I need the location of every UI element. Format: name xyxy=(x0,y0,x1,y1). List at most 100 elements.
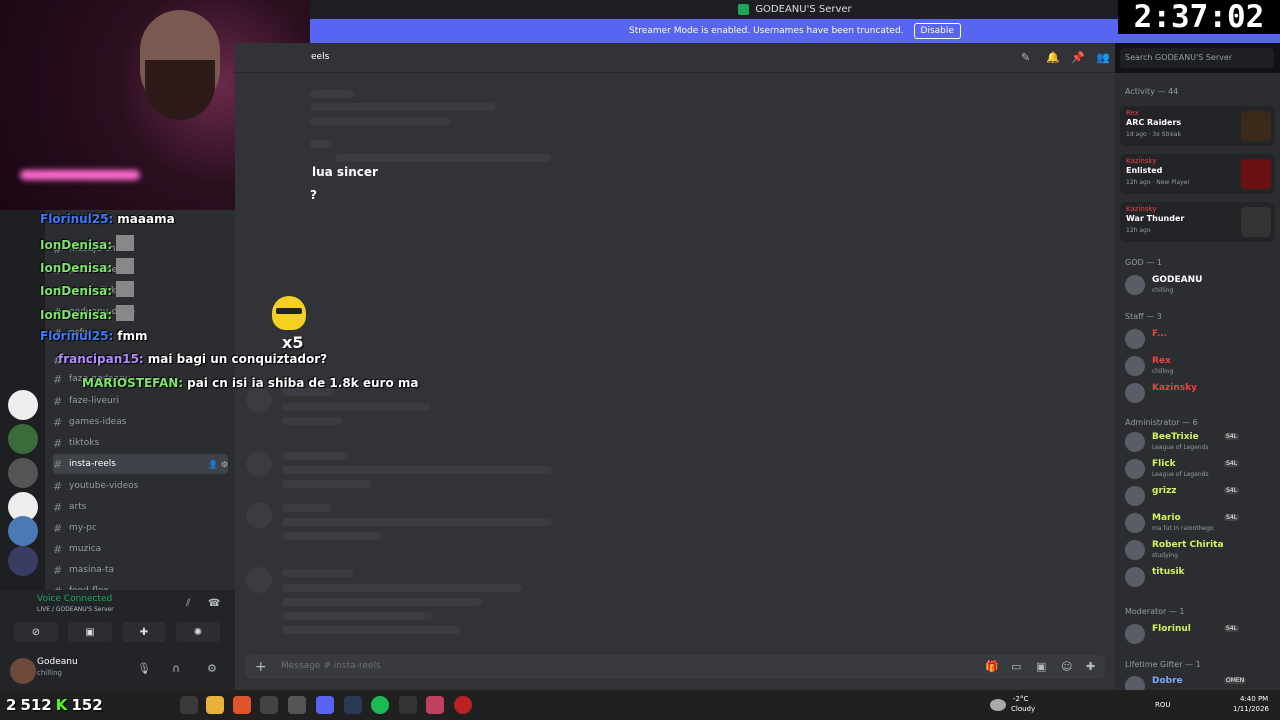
user-avatar[interactable] xyxy=(10,658,36,684)
activity-user: Rex xyxy=(1126,109,1139,117)
activity-meta: 12h ago · New Player xyxy=(1126,179,1190,186)
server-icon[interactable] xyxy=(8,424,38,454)
channel-food-flex[interactable]: #food-flex xyxy=(53,581,228,591)
activity-card[interactable]: Kazinsky Enlisted 12h ago · New Player xyxy=(1120,154,1275,194)
notification-bell-icon[interactable]: 🔔 xyxy=(1046,51,1060,64)
stream-counter: 2 512 K 152 xyxy=(0,693,120,717)
member-item[interactable]: F... xyxy=(1121,326,1276,352)
search-input[interactable]: Search GODEANU'S Server xyxy=(1120,48,1274,68)
channel-masina-ta[interactable]: # masina-ta xyxy=(53,560,228,580)
file-explorer-icon[interactable] xyxy=(206,696,224,714)
language-indicator[interactable]: ROU xyxy=(1155,701,1171,709)
channel-muzica[interactable]: # muzica xyxy=(53,539,228,559)
channel-insta-reels[interactable]: # insta-reels 👤 ⚙ xyxy=(53,454,228,474)
channel-my-pc[interactable]: # my-pc xyxy=(53,518,228,538)
member-item[interactable]: Kazinsky xyxy=(1121,380,1276,406)
window-title: GODEANU'S Server xyxy=(755,4,852,15)
task-view-icon[interactable] xyxy=(180,696,198,714)
server-icon[interactable] xyxy=(8,546,38,576)
hash-icon: # xyxy=(53,479,63,493)
gif-icon[interactable]: ▭ xyxy=(1011,660,1021,673)
camera-button[interactable]: ⊘ xyxy=(14,622,58,642)
activities-button[interactable]: ✚ xyxy=(122,622,166,642)
channel-tiktoks[interactable]: # tiktoks xyxy=(53,433,228,453)
member-list-icon[interactable]: 👥 xyxy=(1096,51,1110,64)
activity-card[interactable]: Kazinsky War Thunder 12h ago xyxy=(1120,202,1275,242)
member-item[interactable]: Florinul S4L xyxy=(1121,621,1276,647)
app-icon[interactable] xyxy=(426,696,444,714)
channel-label: masina-ta xyxy=(69,565,114,575)
member-avatar xyxy=(1125,275,1145,295)
store-icon[interactable] xyxy=(288,696,306,714)
emoji-icon[interactable]: ☺ xyxy=(1061,660,1072,673)
message-input[interactable]: Message # insta-reels xyxy=(281,661,381,671)
soundboard-button[interactable]: ✺ xyxy=(176,622,220,642)
activities-icon: ✚ xyxy=(139,626,149,638)
hash-icon: # xyxy=(53,394,63,408)
channel-header-title: eels xyxy=(311,52,330,62)
headphones-icon[interactable]: ∩ xyxy=(172,662,180,675)
steam-icon[interactable] xyxy=(344,696,362,714)
member-avatar xyxy=(1125,624,1145,644)
spotify-icon[interactable] xyxy=(371,696,389,714)
activity-card[interactable]: Rex ARC Raiders 1d ago · 3x Streak xyxy=(1120,106,1275,146)
settings-gear-icon[interactable]: ⚙ xyxy=(207,662,217,675)
app-icon[interactable] xyxy=(399,696,417,714)
member-item[interactable]: titusik xyxy=(1121,564,1276,590)
server-icon[interactable] xyxy=(8,390,38,420)
channel-faze-liveuri[interactable]: # faze-liveuri xyxy=(53,391,228,411)
chat-message: IonDenisa: xyxy=(40,305,137,322)
opera-icon[interactable] xyxy=(454,696,472,714)
channel-settings-icon[interactable]: 👤 ⚙ xyxy=(208,460,228,469)
server-icon[interactable] xyxy=(8,458,38,488)
server-icon[interactable] xyxy=(8,516,38,546)
member-item[interactable]: Mario S4L ma fut in raionthego xyxy=(1121,510,1276,536)
hash-icon: # xyxy=(53,521,63,535)
discord-app-icon xyxy=(738,4,750,15)
channel-arts[interactable]: # arts xyxy=(53,497,228,517)
settings-icon[interactable] xyxy=(260,696,278,714)
member-item[interactable]: grizz S4L xyxy=(1121,483,1276,509)
channel-youtube-videos[interactable]: # youtube-videos xyxy=(53,476,228,496)
discord-taskbar-icon[interactable] xyxy=(316,696,334,714)
disconnect-icon[interactable]: ☎ xyxy=(208,598,220,609)
member-avatar xyxy=(1125,432,1145,452)
member-item[interactable]: BeeTrixie S4L League of Legends xyxy=(1121,429,1276,455)
add-attachment-icon[interactable]: + xyxy=(255,659,267,675)
skeleton-line xyxy=(282,569,354,577)
screen-share-button[interactable]: ▣ xyxy=(68,622,112,642)
member-item[interactable]: Flick S4L League of Legends xyxy=(1121,456,1276,482)
member-item[interactable]: Dobre OMEN xyxy=(1121,673,1276,690)
skeleton-line xyxy=(282,504,332,512)
gift-icon[interactable]: 🎁 xyxy=(985,660,999,673)
member-item[interactable]: GODEANU chilling xyxy=(1121,272,1276,298)
pin-icon[interactable]: 📌 xyxy=(1071,51,1085,64)
member-item[interactable]: Robert Chirita studying xyxy=(1121,537,1276,563)
mic-icon[interactable]: 🎙 xyxy=(137,662,151,675)
member-name: Kazinsky xyxy=(1152,383,1197,393)
sticker-icon[interactable]: ▣ xyxy=(1036,660,1046,673)
cloud-icon xyxy=(990,699,1006,711)
game-art-icon xyxy=(1241,159,1271,189)
disable-streamer-mode-button[interactable]: Disable xyxy=(913,23,961,39)
skeleton-line xyxy=(310,117,450,125)
member-name: Robert Chirita xyxy=(1152,540,1224,550)
channel-games-ideas[interactable]: # games-ideas xyxy=(53,412,228,432)
system-date[interactable]: 1/11/2026 xyxy=(1233,705,1269,713)
skeleton-avatar xyxy=(246,567,272,593)
threads-icon[interactable]: ✎ xyxy=(1021,51,1030,64)
system-time[interactable]: 4:40 PM xyxy=(1240,695,1268,703)
noise-suppression-icon[interactable]: ⫽ xyxy=(186,598,190,609)
chat-emote-icon xyxy=(116,258,135,274)
message-composer[interactable]: + Message # insta-reels 🎁 ▭ ▣ ☺ ✚ xyxy=(245,655,1105,679)
user-panel: Godeanu chilling 🎙 ∩ ⚙ xyxy=(0,652,235,690)
brave-browser-icon[interactable] xyxy=(233,696,251,714)
stream-clock: 2:37:02 xyxy=(1118,0,1280,35)
chat-username: francipan15: xyxy=(58,352,144,366)
activity-game: Enlisted xyxy=(1126,166,1163,175)
apps-icon[interactable]: ✚ xyxy=(1086,660,1095,673)
member-item[interactable]: Rex chilling xyxy=(1121,353,1276,379)
chat-username: Florinul25: xyxy=(40,212,114,226)
member-avatar xyxy=(1125,567,1145,587)
skeleton-line xyxy=(282,417,342,425)
